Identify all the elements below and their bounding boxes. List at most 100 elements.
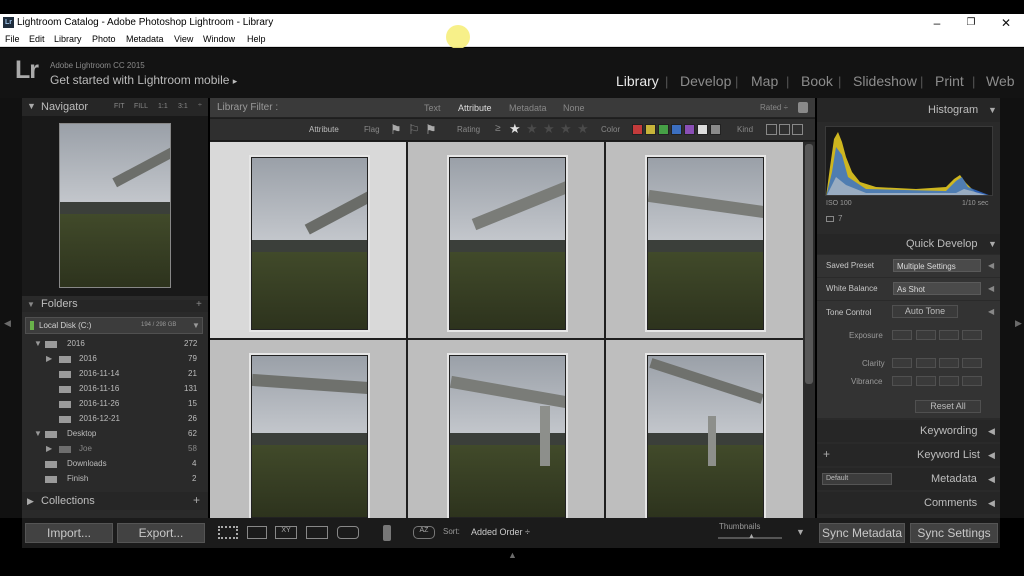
lock-icon[interactable]: [798, 102, 808, 113]
grid-cell[interactable]: [606, 340, 803, 518]
kind-virtual-copy-icon[interactable]: [779, 124, 790, 135]
sort-direction-icon[interactable]: AZ: [413, 526, 435, 539]
folder-row[interactable]: 2016-12-21 26: [22, 412, 208, 427]
menu-file[interactable]: File: [5, 34, 20, 44]
grid-cell[interactable]: [408, 340, 604, 518]
sort-select[interactable]: Added Order ÷: [471, 527, 530, 537]
grid-cell[interactable]: [408, 142, 604, 338]
zoom-fit[interactable]: FIT: [114, 103, 125, 110]
menu-library[interactable]: Library: [54, 34, 82, 44]
collections-header[interactable]: ▶ Collections +: [22, 492, 208, 510]
slider-handle-icon[interactable]: ▲: [748, 533, 755, 540]
star-icon[interactable]: ★: [526, 121, 538, 137]
menu-window[interactable]: Window: [203, 34, 235, 44]
folder-row[interactable]: ▶ Joe 58: [22, 442, 208, 457]
grid-scrollbar[interactable]: [803, 142, 815, 518]
increase-large-button[interactable]: [962, 358, 982, 368]
folder-row[interactable]: ▼ Desktop 62: [22, 427, 208, 442]
color-label-swatch[interactable]: [632, 124, 643, 135]
star-icon[interactable]: ★: [509, 121, 521, 137]
decrease-small-button[interactable]: [916, 358, 936, 368]
sync-metadata-button[interactable]: Sync Metadata: [819, 523, 905, 543]
navigator-preview[interactable]: [22, 116, 208, 296]
module-book[interactable]: Book: [801, 73, 833, 89]
module-map[interactable]: Map: [751, 73, 778, 89]
auto-tone-button[interactable]: Auto Tone: [892, 305, 958, 318]
people-view-icon[interactable]: [337, 526, 359, 539]
compare-view-icon[interactable]: XY: [275, 526, 297, 539]
color-label-swatch[interactable]: [697, 124, 708, 135]
color-label-swatch[interactable]: [671, 124, 682, 135]
folder-row[interactable]: 2016-11-14 21: [22, 367, 208, 382]
grid-cell[interactable]: [210, 340, 406, 518]
thumbnail-size-slider[interactable]: ▲: [718, 533, 782, 540]
rating-operator[interactable]: ≥: [495, 123, 501, 134]
zoom-fill[interactable]: FILL: [134, 103, 148, 110]
zoom-3-1[interactable]: 3:1: [178, 103, 188, 110]
filter-none[interactable]: None: [563, 103, 585, 113]
folders-header[interactable]: ▼ Folders +: [22, 298, 208, 312]
color-label-swatch[interactable]: [710, 124, 721, 135]
increase-large-button[interactable]: [962, 376, 982, 386]
comments-header[interactable]: Comments ◀: [817, 492, 1000, 514]
zoom-stepper-icon[interactable]: ÷: [198, 102, 202, 109]
module-web[interactable]: Web: [986, 73, 1015, 89]
scrollbar-thumb[interactable]: [805, 144, 813, 384]
module-print[interactable]: Print: [935, 73, 964, 89]
zoom-1-1[interactable]: 1:1: [158, 103, 168, 110]
painter-spray-icon[interactable]: [383, 525, 391, 541]
decrease-small-button[interactable]: [916, 376, 936, 386]
grid-view-icon[interactable]: [218, 526, 238, 539]
loupe-view-icon[interactable]: [247, 526, 267, 539]
folder-row[interactable]: ▶ 2016 79: [22, 352, 208, 367]
menu-help[interactable]: Help: [247, 34, 266, 44]
color-label-swatch[interactable]: [658, 124, 669, 135]
grid-cell-selected[interactable]: [210, 142, 406, 338]
filter-attribute[interactable]: Attribute: [458, 103, 492, 113]
filter-metadata[interactable]: Metadata: [509, 103, 547, 113]
metadata-preset-select[interactable]: Default: [822, 473, 892, 485]
survey-view-icon[interactable]: [306, 526, 328, 539]
filter-preset-select[interactable]: Rated ÷: [760, 103, 788, 112]
flag-picked-icon[interactable]: ⚑: [390, 122, 402, 138]
reset-all-button[interactable]: Reset All: [915, 400, 981, 413]
keywording-header[interactable]: Keywording ◀: [817, 420, 1000, 442]
add-collection-icon[interactable]: +: [193, 493, 200, 507]
close-button[interactable]: ✕: [998, 15, 1014, 31]
star-icon[interactable]: ★: [543, 121, 555, 137]
mobile-prompt[interactable]: Get started with Lightroom mobile ▸: [50, 73, 237, 87]
keyword-list-header[interactable]: + Keyword List ◀: [817, 444, 1000, 466]
kind-master-icon[interactable]: [766, 124, 777, 135]
volume-bar[interactable]: Local Disk (C:) 194 / 298 GB ▼: [25, 317, 203, 334]
maximize-button[interactable]: ❐: [963, 15, 979, 31]
minimize-button[interactable]: –: [929, 15, 945, 31]
color-label-swatch[interactable]: [645, 124, 656, 135]
export-button[interactable]: Export...: [117, 523, 205, 543]
white-balance-select[interactable]: As Shot: [893, 282, 981, 295]
flag-rejected-icon[interactable]: ⚑: [425, 122, 437, 138]
add-keyword-icon[interactable]: +: [823, 447, 830, 461]
module-slideshow[interactable]: Slideshow: [853, 73, 917, 89]
star-icon[interactable]: ★: [560, 121, 572, 137]
filmstrip-toggle-icon[interactable]: ▲: [508, 550, 517, 560]
add-folder-icon[interactable]: +: [196, 299, 202, 310]
menu-metadata[interactable]: Metadata: [126, 34, 164, 44]
filter-text[interactable]: Text: [424, 103, 441, 113]
decrease-large-button[interactable]: [892, 330, 912, 340]
folder-row[interactable]: 2016-11-26 15: [22, 397, 208, 412]
star-icon[interactable]: ★: [577, 121, 589, 137]
menu-view[interactable]: View: [174, 34, 193, 44]
flag-unflagged-icon[interactable]: ⚐: [408, 122, 420, 138]
kind-video-icon[interactable]: [792, 124, 803, 135]
folder-row[interactable]: Finish 2: [22, 472, 208, 487]
histogram-graph[interactable]: [825, 126, 993, 196]
collapse-triangle-icon[interactable]: ◀: [988, 307, 994, 316]
histogram-header[interactable]: Histogram ▼: [817, 98, 1000, 122]
menu-photo[interactable]: Photo: [92, 34, 116, 44]
sync-settings-button[interactable]: Sync Settings: [910, 523, 998, 543]
decrease-large-button[interactable]: [892, 358, 912, 368]
module-library[interactable]: Library: [616, 73, 659, 89]
navigator-header[interactable]: ▼ Navigator FIT FILL 1:1 3:1 ÷: [22, 98, 208, 116]
left-panel-toggle-icon[interactable]: ◀: [4, 318, 11, 329]
grid-cell[interactable]: [606, 142, 803, 338]
